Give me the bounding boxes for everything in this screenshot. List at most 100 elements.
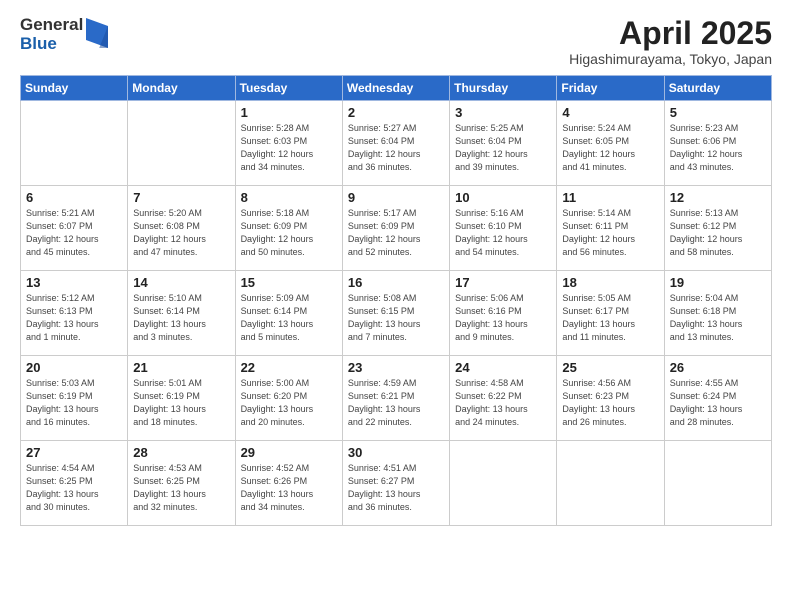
day-number: 16 [348, 275, 444, 290]
day-number: 6 [26, 190, 122, 205]
table-row: 12 Sunrise: 5:13 AM Sunset: 6:12 PM Dayli… [664, 186, 771, 271]
header-saturday: Saturday [664, 76, 771, 101]
day-number: 11 [562, 190, 658, 205]
day-info: Sunrise: 5:05 AM Sunset: 6:17 PM Dayligh… [562, 292, 658, 344]
header-thursday: Thursday [450, 76, 557, 101]
day-info: Sunrise: 5:20 AM Sunset: 6:08 PM Dayligh… [133, 207, 229, 259]
table-row: 23 Sunrise: 4:59 AM Sunset: 6:21 PM Dayli… [342, 356, 449, 441]
table-row: 14 Sunrise: 5:10 AM Sunset: 6:14 PM Dayli… [128, 271, 235, 356]
weekday-header-row: Sunday Monday Tuesday Wednesday Thursday… [21, 76, 772, 101]
day-info: Sunrise: 5:24 AM Sunset: 6:05 PM Dayligh… [562, 122, 658, 174]
day-info: Sunrise: 5:25 AM Sunset: 6:04 PM Dayligh… [455, 122, 551, 174]
day-number: 12 [670, 190, 766, 205]
title-block: April 2025 Higashimurayama, Tokyo, Japan [569, 16, 772, 67]
day-info: Sunrise: 5:03 AM Sunset: 6:19 PM Dayligh… [26, 377, 122, 429]
day-info: Sunrise: 5:23 AM Sunset: 6:06 PM Dayligh… [670, 122, 766, 174]
header-tuesday: Tuesday [235, 76, 342, 101]
header-monday: Monday [128, 76, 235, 101]
table-row [450, 441, 557, 526]
header-friday: Friday [557, 76, 664, 101]
calendar-location: Higashimurayama, Tokyo, Japan [569, 51, 772, 67]
table-row [21, 101, 128, 186]
table-row: 30 Sunrise: 4:51 AM Sunset: 6:27 PM Dayli… [342, 441, 449, 526]
day-number: 20 [26, 360, 122, 375]
table-row: 24 Sunrise: 4:58 AM Sunset: 6:22 PM Dayli… [450, 356, 557, 441]
calendar-table: Sunday Monday Tuesday Wednesday Thursday… [20, 75, 772, 526]
week-row-1: 1Sunrise: 5:28 AM Sunset: 6:03 PM Daylig… [21, 101, 772, 186]
day-number: 4 [562, 105, 658, 120]
day-info: Sunrise: 5:18 AM Sunset: 6:09 PM Dayligh… [241, 207, 337, 259]
table-row: 27 Sunrise: 4:54 AM Sunset: 6:25 PM Dayli… [21, 441, 128, 526]
day-number: 21 [133, 360, 229, 375]
logo-text: General Blue [20, 16, 83, 53]
day-number: 28 [133, 445, 229, 460]
day-number: 14 [133, 275, 229, 290]
calendar-body: 1Sunrise: 5:28 AM Sunset: 6:03 PM Daylig… [21, 101, 772, 526]
day-number: 24 [455, 360, 551, 375]
table-row: 29Sunrise: 4:52 AM Sunset: 6:26 PM Dayli… [235, 441, 342, 526]
logo-general: General [20, 16, 83, 35]
day-info: Sunrise: 5:16 AM Sunset: 6:10 PM Dayligh… [455, 207, 551, 259]
day-number: 30 [348, 445, 444, 460]
table-row: 16Sunrise: 5:08 AM Sunset: 6:15 PM Dayli… [342, 271, 449, 356]
table-row: 2 Sunrise: 5:27 AM Sunset: 6:04 PM Daylig… [342, 101, 449, 186]
day-info: Sunrise: 5:13 AM Sunset: 6:12 PM Dayligh… [670, 207, 766, 259]
week-row-4: 20 Sunrise: 5:03 AM Sunset: 6:19 PM Dayli… [21, 356, 772, 441]
table-row: 22 Sunrise: 5:00 AM Sunset: 6:20 PM Dayli… [235, 356, 342, 441]
day-info: Sunrise: 4:54 AM Sunset: 6:25 PM Dayligh… [26, 462, 122, 514]
page-container: General Blue April 2025 Higashimurayama,… [0, 0, 792, 536]
table-row: 25 Sunrise: 4:56 AM Sunset: 6:23 PM Dayli… [557, 356, 664, 441]
logo-icon [86, 18, 108, 48]
table-row: 8 Sunrise: 5:18 AM Sunset: 6:09 PM Daylig… [235, 186, 342, 271]
day-number: 25 [562, 360, 658, 375]
table-row: 5 Sunrise: 5:23 AM Sunset: 6:06 PM Daylig… [664, 101, 771, 186]
day-info: Sunrise: 5:17 AM Sunset: 6:09 PM Dayligh… [348, 207, 444, 259]
day-number: 27 [26, 445, 122, 460]
day-number: 13 [26, 275, 122, 290]
day-info: Sunrise: 4:52 AM Sunset: 6:26 PM Dayligh… [241, 462, 337, 514]
day-number: 8 [241, 190, 337, 205]
table-row: 17Sunrise: 5:06 AM Sunset: 6:16 PM Dayli… [450, 271, 557, 356]
logo-blue: Blue [20, 35, 83, 54]
table-row: 15Sunrise: 5:09 AM Sunset: 6:14 PM Dayli… [235, 271, 342, 356]
day-number: 18 [562, 275, 658, 290]
table-row: 19Sunrise: 5:04 AM Sunset: 6:18 PM Dayli… [664, 271, 771, 356]
day-number: 10 [455, 190, 551, 205]
table-row: 20 Sunrise: 5:03 AM Sunset: 6:19 PM Dayli… [21, 356, 128, 441]
table-row: 26Sunrise: 4:55 AM Sunset: 6:24 PM Dayli… [664, 356, 771, 441]
day-number: 2 [348, 105, 444, 120]
table-row: 1Sunrise: 5:28 AM Sunset: 6:03 PM Daylig… [235, 101, 342, 186]
day-info: Sunrise: 5:28 AM Sunset: 6:03 PM Dayligh… [241, 122, 337, 174]
logo: General Blue [20, 16, 108, 53]
day-number: 23 [348, 360, 444, 375]
table-row: 7 Sunrise: 5:20 AM Sunset: 6:08 PM Daylig… [128, 186, 235, 271]
day-info: Sunrise: 5:04 AM Sunset: 6:18 PM Dayligh… [670, 292, 766, 344]
week-row-5: 27 Sunrise: 4:54 AM Sunset: 6:25 PM Dayli… [21, 441, 772, 526]
day-info: Sunrise: 5:27 AM Sunset: 6:04 PM Dayligh… [348, 122, 444, 174]
day-number: 5 [670, 105, 766, 120]
week-row-2: 6Sunrise: 5:21 AM Sunset: 6:07 PM Daylig… [21, 186, 772, 271]
day-number: 22 [241, 360, 337, 375]
table-row: 18 Sunrise: 5:05 AM Sunset: 6:17 PM Dayli… [557, 271, 664, 356]
day-info: Sunrise: 5:00 AM Sunset: 6:20 PM Dayligh… [241, 377, 337, 429]
header: General Blue April 2025 Higashimurayama,… [20, 16, 772, 67]
day-info: Sunrise: 4:56 AM Sunset: 6:23 PM Dayligh… [562, 377, 658, 429]
day-info: Sunrise: 4:58 AM Sunset: 6:22 PM Dayligh… [455, 377, 551, 429]
table-row: 11 Sunrise: 5:14 AM Sunset: 6:11 PM Dayli… [557, 186, 664, 271]
day-number: 3 [455, 105, 551, 120]
table-row: 28 Sunrise: 4:53 AM Sunset: 6:25 PM Dayli… [128, 441, 235, 526]
header-wednesday: Wednesday [342, 76, 449, 101]
table-row [128, 101, 235, 186]
week-row-3: 13 Sunrise: 5:12 AM Sunset: 6:13 PM Dayli… [21, 271, 772, 356]
day-info: Sunrise: 4:51 AM Sunset: 6:27 PM Dayligh… [348, 462, 444, 514]
day-info: Sunrise: 5:01 AM Sunset: 6:19 PM Dayligh… [133, 377, 229, 429]
table-row: 3 Sunrise: 5:25 AM Sunset: 6:04 PM Daylig… [450, 101, 557, 186]
day-info: Sunrise: 4:53 AM Sunset: 6:25 PM Dayligh… [133, 462, 229, 514]
table-row [664, 441, 771, 526]
day-info: Sunrise: 5:10 AM Sunset: 6:14 PM Dayligh… [133, 292, 229, 344]
day-info: Sunrise: 5:14 AM Sunset: 6:11 PM Dayligh… [562, 207, 658, 259]
day-number: 7 [133, 190, 229, 205]
day-info: Sunrise: 5:12 AM Sunset: 6:13 PM Dayligh… [26, 292, 122, 344]
table-row: 6Sunrise: 5:21 AM Sunset: 6:07 PM Daylig… [21, 186, 128, 271]
day-info: Sunrise: 4:59 AM Sunset: 6:21 PM Dayligh… [348, 377, 444, 429]
